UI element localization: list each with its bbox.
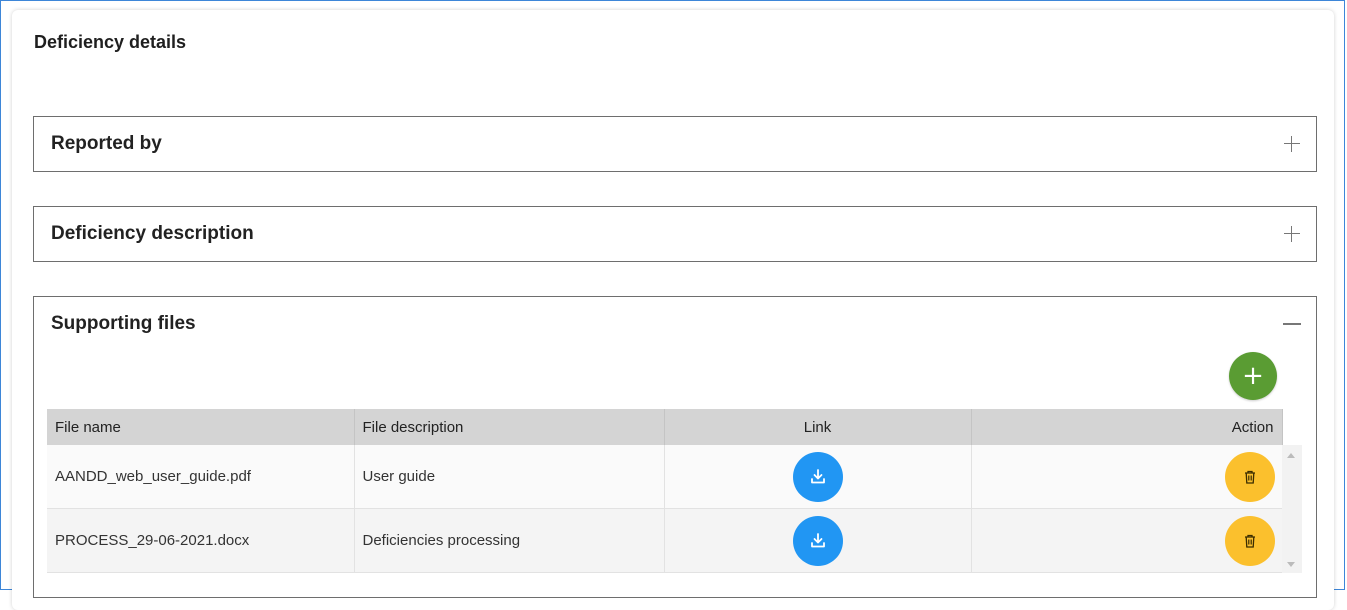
column-header-action[interactable]: Action — [971, 409, 1283, 445]
table-scrollbar[interactable] — [1282, 445, 1302, 573]
files-table: File name File description Link Action A… — [47, 409, 1283, 573]
panel-supporting-files-header[interactable]: Supporting files — [34, 297, 1316, 351]
add-file-button[interactable]: + — [1229, 352, 1277, 400]
plus-icon[interactable] — [1282, 134, 1302, 154]
table-row: PROCESS_29-06-2021.docx Deficiencies pro… — [47, 508, 1283, 573]
table-header-row: File name File description Link Action — [47, 409, 1283, 445]
file-name-cell: AANDD_web_user_guide.pdf — [47, 445, 355, 509]
panel-title: Reported by — [51, 133, 162, 154]
panel-supporting-files: Supporting files + File name File descri… — [33, 296, 1317, 598]
delete-button[interactable] — [1224, 451, 1275, 502]
action-cell — [971, 445, 1283, 509]
trash-icon — [1244, 534, 1255, 548]
download-button[interactable] — [792, 515, 843, 566]
deficiency-details-card: Deficiency details Reported by Deficienc… — [12, 10, 1334, 610]
panel-reported-by: Reported by — [33, 116, 1317, 172]
column-header-link[interactable]: Link — [664, 409, 972, 445]
panel-title: Supporting files — [51, 313, 196, 334]
panel-title: Deficiency description — [51, 223, 254, 244]
minus-icon[interactable] — [1282, 314, 1302, 334]
scroll-down-arrow-icon[interactable] — [1287, 562, 1295, 567]
panel-deficiency-description-header[interactable]: Deficiency description — [34, 207, 1316, 261]
file-description-cell: User guide — [354, 445, 665, 509]
trash-icon — [1244, 470, 1255, 484]
plus-icon[interactable] — [1282, 224, 1302, 244]
panel-deficiency-description: Deficiency description — [33, 206, 1317, 262]
download-icon — [810, 532, 825, 547]
card-title: Deficiency details — [34, 32, 187, 52]
plus-icon: + — [1242, 361, 1264, 391]
column-header-file-description[interactable]: File description — [354, 409, 665, 445]
table-row: AANDD_web_user_guide.pdf User guide — [47, 445, 1283, 509]
file-name-cell: PROCESS_29-06-2021.docx — [47, 508, 355, 573]
link-cell — [664, 445, 972, 509]
link-cell — [664, 508, 972, 573]
download-icon — [810, 468, 825, 483]
delete-button[interactable] — [1224, 515, 1275, 566]
file-description-cell: Deficiencies processing — [354, 508, 665, 573]
column-header-file-name[interactable]: File name — [47, 409, 355, 445]
scroll-up-arrow-icon[interactable] — [1287, 453, 1295, 458]
panel-reported-by-header[interactable]: Reported by — [34, 117, 1316, 171]
action-cell — [971, 508, 1283, 573]
files-table-container: File name File description Link Action A… — [47, 409, 1302, 573]
download-button[interactable] — [792, 451, 843, 502]
